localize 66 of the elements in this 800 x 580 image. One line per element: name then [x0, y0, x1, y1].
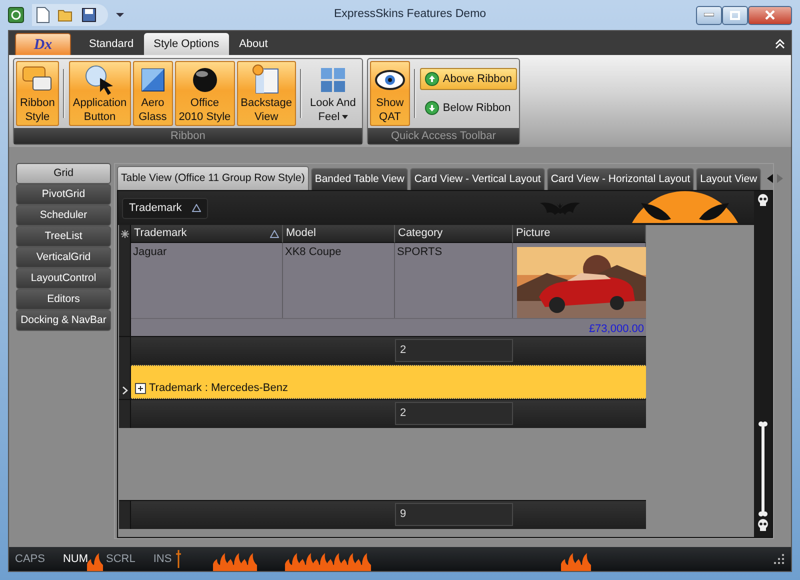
view-tab[interactable]: Card View - Vertical Layout — [410, 168, 545, 190]
window-title: ExpressSkins Features Demo — [332, 7, 488, 22]
ribbon-button[interactable]: Ribbon Style — [16, 61, 59, 126]
flame-drawing — [87, 553, 103, 571]
ribbon-tab[interactable]: About — [229, 33, 278, 55]
ribbon-button[interactable]: Backstage View — [236, 61, 296, 126]
scroll-left-icon[interactable] — [767, 174, 774, 182]
group-caption: Ribbon — [14, 128, 362, 144]
ribbon-button[interactable]: Office 2010 Style — [174, 61, 235, 126]
minimize-icon — [704, 13, 714, 17]
flame-drawing — [561, 553, 591, 571]
status-indicator: NUM — [62, 552, 88, 567]
group-label: Trademark : Mercedes-Benz — [149, 380, 288, 396]
summary-cell: 2 — [395, 402, 513, 425]
asterisk-icon — [120, 230, 128, 238]
skull-icon[interactable] — [757, 194, 769, 206]
scrollbar-thumb[interactable] — [758, 421, 768, 517]
minimize-button[interactable] — [696, 6, 722, 24]
status-indicator: INS — [153, 552, 172, 567]
folder-icon[interactable] — [58, 8, 74, 22]
size-grip-icon[interactable] — [773, 553, 785, 565]
maximize-icon — [730, 10, 740, 20]
view-tab[interactable]: Layout View — [696, 168, 762, 190]
ribbon-button[interactable]: Aero Glass — [132, 61, 173, 126]
close-icon — [765, 10, 775, 20]
close-button[interactable] — [748, 6, 792, 24]
new-file-icon[interactable] — [36, 7, 50, 23]
ribbon-button[interactable]: Show QAT — [370, 61, 410, 126]
nav-button[interactable]: PivotGrid — [16, 184, 111, 205]
group-caption: Quick Access Toolbar — [368, 128, 520, 144]
ribbon-small-button[interactable]: Below Ribbon — [420, 96, 518, 119]
table-cell: Jaguar — [131, 243, 283, 318]
status-indicator: SCRL — [106, 552, 136, 567]
view-tab[interactable]: Table View (Office 11 Group Row Style) — [117, 166, 309, 190]
ribbon-tab[interactable]: Standard — [79, 33, 144, 55]
status-indicator: CAPS — [15, 552, 45, 567]
nav-button[interactable]: Scheduler — [16, 205, 111, 226]
ribbon-button[interactable]: Application Button — [68, 61, 131, 126]
nav-button[interactable]: VerticalGrid — [16, 247, 111, 268]
save-icon[interactable] — [82, 8, 96, 22]
application-button[interactable]: Dx — [15, 33, 71, 55]
flame-drawing — [213, 553, 257, 571]
nav-button[interactable]: TreeList — [16, 226, 111, 247]
cross-icon — [176, 550, 181, 568]
nav-button[interactable]: Grid — [16, 163, 111, 184]
nav-button[interactable]: LayoutControl — [16, 268, 111, 289]
expand-icon[interactable] — [135, 383, 146, 394]
table-cell: XK8 Coupe — [283, 243, 395, 318]
skull-icon[interactable] — [757, 519, 769, 531]
maximize-button[interactable] — [722, 6, 748, 24]
table-cell: SPORTS — [395, 243, 513, 318]
view-tab[interactable]: Card View - Horizontal Layout — [546, 168, 694, 190]
collapse-ribbon-icon[interactable] — [775, 39, 785, 49]
summary-cell: 2 — [395, 339, 513, 362]
ribbon-tab[interactable]: Style Options — [144, 33, 230, 55]
ribbon-small-button[interactable]: Above Ribbon — [420, 68, 518, 90]
dropdown-icon[interactable] — [116, 12, 124, 18]
focused-row-icon — [122, 386, 128, 395]
app-icon[interactable] — [8, 7, 24, 23]
view-tab[interactable]: Banded Table View — [310, 168, 408, 190]
ribbon-button[interactable]: Look And Feel — [306, 61, 360, 126]
group-row[interactable]: Trademark : Mercedes-Benz — [131, 365, 646, 399]
nav-button[interactable]: Editors — [16, 289, 111, 310]
group-by-chip[interactable]: Trademark — [122, 198, 208, 218]
summary-cell: 9 — [395, 503, 513, 526]
nav-button[interactable]: Docking & NavBar — [16, 310, 111, 331]
